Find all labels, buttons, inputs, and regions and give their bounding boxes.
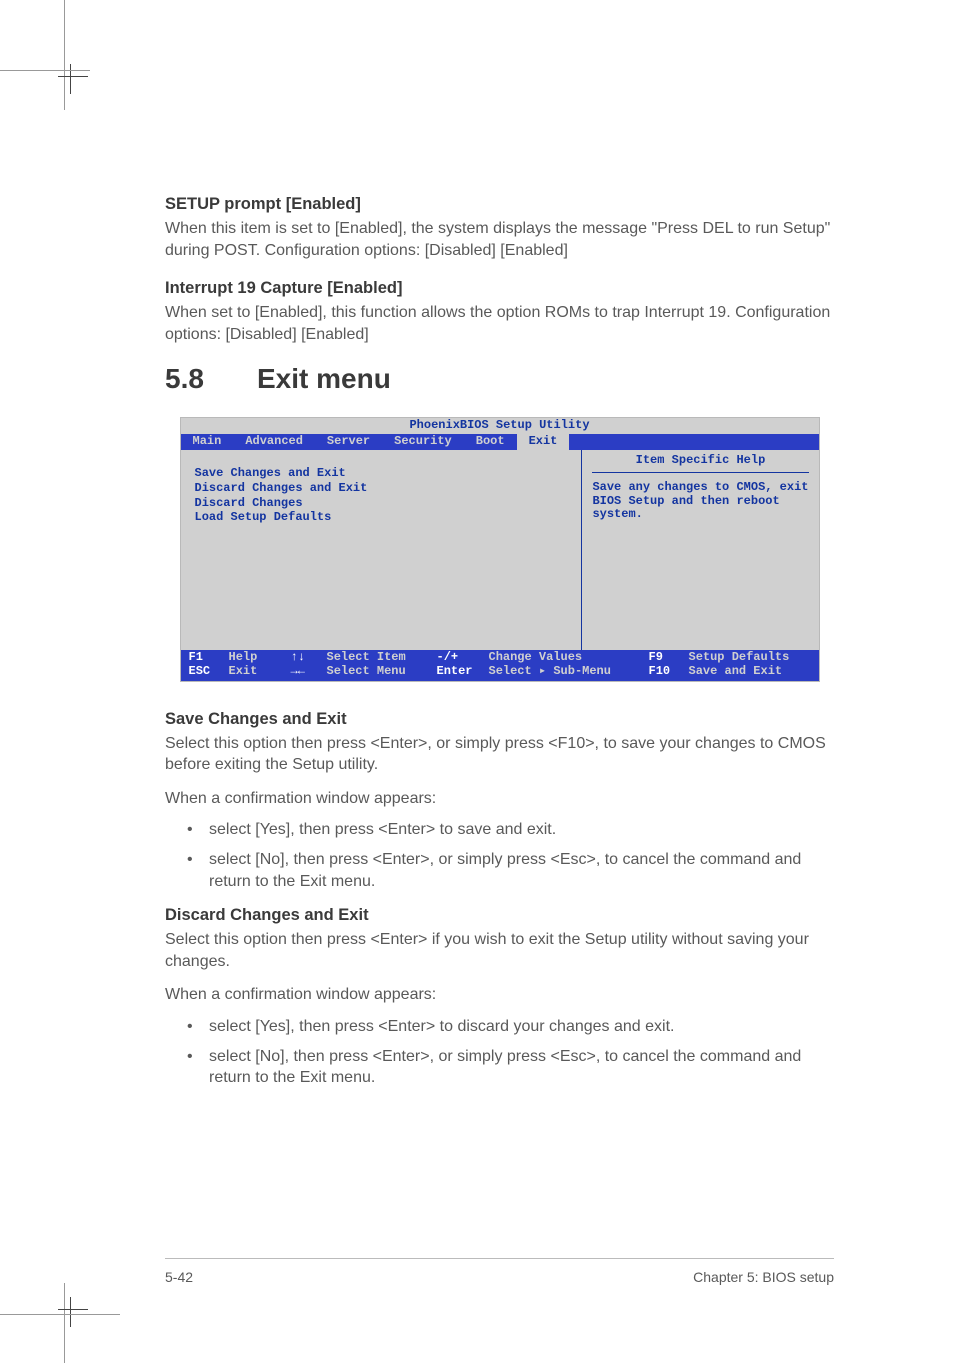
bios-body: Save Changes and Exit Discard Changes an… [181,450,819,650]
heading-int19: Interrupt 19 Capture [Enabled] [165,279,834,298]
document-page: SETUP prompt [Enabled] When this item is… [0,0,954,1363]
bios-menu-item: Save Changes and Exit [195,467,568,481]
bios-tab-advanced: Advanced [233,434,315,450]
bios-tab-bar: Main Advanced Server Security Boot Exit [181,434,819,450]
list-item: select [Yes], then press <Enter> to save… [187,819,834,841]
list-item: select [No], then press <Enter>, or simp… [187,849,834,892]
body-save-changes-1: Select this option then press <Enter>, o… [165,733,834,776]
bios-key: F10 [649,665,689,679]
bios-key: ESC [189,665,229,679]
bios-menu-item: Load Setup Defaults [195,511,568,525]
bios-key: →← [291,665,327,679]
bios-tab-exit: Exit [517,434,570,450]
bios-help-body: Save any changes to CMOS, exit BIOS Setu… [592,481,808,522]
bios-label: Select Menu [327,665,437,679]
bios-footer-row: F1 Help ↑↓ Select Item -/+ Change Values… [189,651,811,665]
bios-title: PhoenixBIOS Setup Utility [181,418,819,434]
bios-key: -/+ [437,651,489,665]
bios-menu-item: Discard Changes and Exit [195,482,568,496]
bios-tab-security: Security [382,434,464,450]
bios-tab-server: Server [315,434,382,450]
bios-label: Select ▸ Sub-Menu [489,665,649,679]
bios-help-title: Item Specific Help [592,454,808,473]
bios-label: Exit [229,665,291,679]
list-save-changes: select [Yes], then press <Enter> to save… [165,819,834,892]
bios-help-panel: Item Specific Help Save any changes to C… [582,450,818,650]
list-item: select [No], then press <Enter>, or simp… [187,1046,834,1089]
bios-key: Enter [437,665,489,679]
bios-screenshot: PhoenixBIOS Setup Utility Main Advanced … [180,417,820,681]
bios-menu-item: Discard Changes [195,497,568,511]
heading-save-changes: Save Changes and Exit [165,710,834,729]
bios-label: Help [229,651,291,665]
bios-key: F9 [649,651,689,665]
heading-discard-changes: Discard Changes and Exit [165,906,834,925]
page-number: 5-42 [165,1269,193,1285]
section-number: 5.8 [165,363,257,395]
list-item: select [Yes], then press <Enter> to disc… [187,1016,834,1038]
bios-menu-list: Save Changes and Exit Discard Changes an… [181,450,583,650]
bios-label: Setup Defaults [689,651,811,665]
body-discard-changes-1: Select this option then press <Enter> if… [165,929,834,972]
body-setup-prompt: When this item is set to [Enabled], the … [165,218,834,261]
bios-key: ↑↓ [291,651,327,665]
bios-footer: F1 Help ↑↓ Select Item -/+ Change Values… [181,650,819,681]
body-int19: When set to [Enabled], this function all… [165,302,834,345]
section-title: Exit menu [257,363,391,394]
body-save-changes-2: When a confirmation window appears: [165,788,834,810]
body-discard-changes-2: When a confirmation window appears: [165,984,834,1006]
page-footer: 5-42 Chapter 5: BIOS setup [165,1258,834,1285]
bios-tab-boot: Boot [464,434,517,450]
bios-footer-row: ESC Exit →← Select Menu Enter Select ▸ S… [189,665,811,679]
heading-setup-prompt: SETUP prompt [Enabled] [165,195,834,214]
bios-key: F1 [189,651,229,665]
section-heading-exit-menu: 5.8Exit menu [165,363,834,395]
bios-label: Select Item [327,651,437,665]
bios-label: Change Values [489,651,649,665]
chapter-label: Chapter 5: BIOS setup [693,1269,834,1285]
bios-label: Save and Exit [689,665,811,679]
bios-tab-main: Main [181,434,234,450]
list-discard-changes: select [Yes], then press <Enter> to disc… [165,1016,834,1089]
